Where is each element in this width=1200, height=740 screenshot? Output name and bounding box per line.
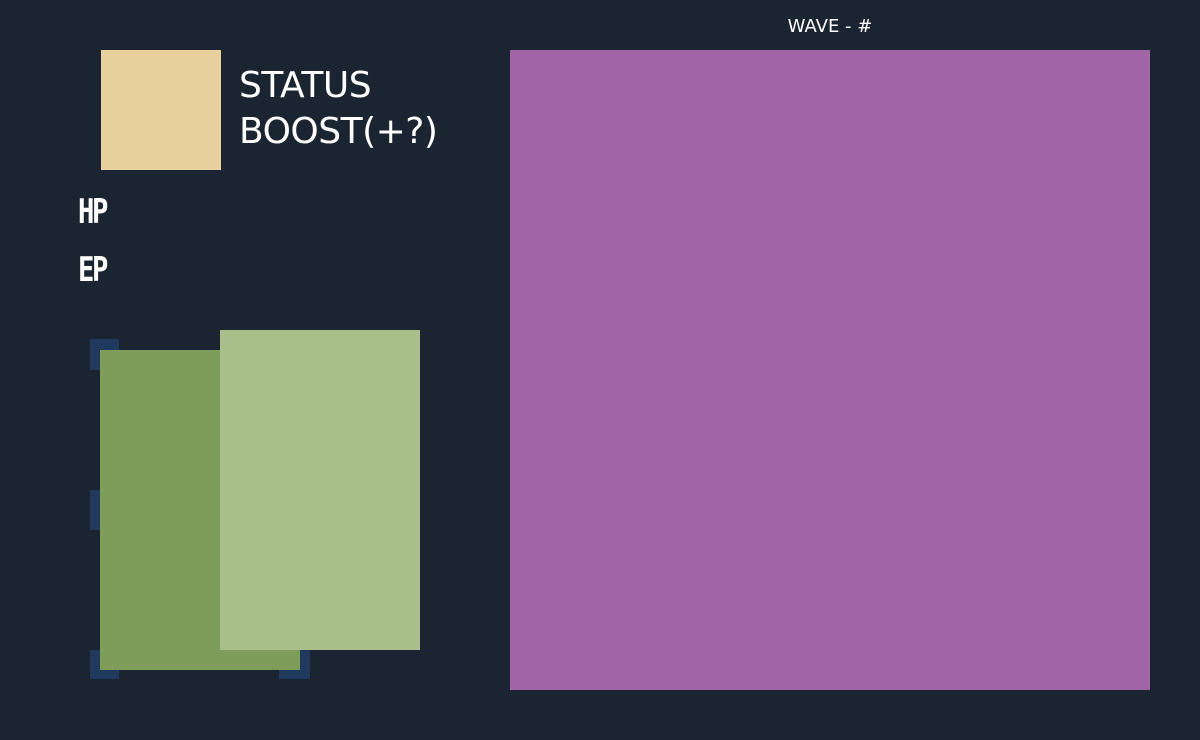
card-front[interactable] xyxy=(220,330,420,650)
status-line-1: STATUS xyxy=(239,65,372,106)
slot-corner-mid-left xyxy=(90,490,100,530)
card-hand-area xyxy=(90,330,420,680)
play-field[interactable] xyxy=(510,50,1150,690)
status-swatch xyxy=(101,50,221,170)
status-boost-text: STATUS BOOST(+?) xyxy=(239,63,438,155)
ep-label: EP xyxy=(78,250,108,290)
hp-label: HP xyxy=(78,192,108,232)
wave-label: WAVE - # xyxy=(787,16,873,37)
status-line-2: BOOST(+?) xyxy=(239,111,438,152)
